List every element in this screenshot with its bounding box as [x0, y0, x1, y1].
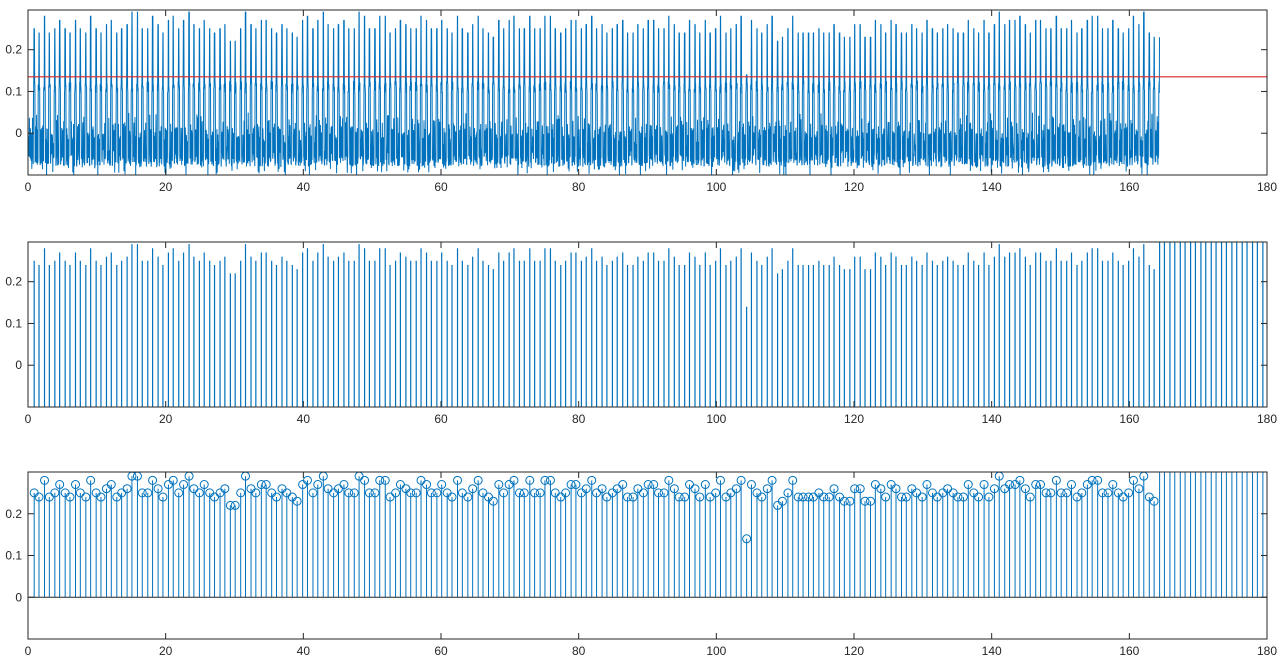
stem-marker: [1253, 0, 1261, 4]
stem-marker: [1218, 0, 1226, 4]
x-tick-label: 140: [982, 180, 1002, 194]
x-tick-label: 80: [572, 412, 586, 426]
axes-1: 0 20 40 60 80 100 120 140 160 180 0 0.1 0.2: [5, 9, 1277, 194]
x-tick-label: 60: [434, 644, 448, 658]
plot-area-1: [28, 11, 1267, 175]
x-tick-label: 140: [982, 412, 1002, 426]
x-tick-label: 100: [706, 644, 726, 658]
y-tick-label: 0.2: [5, 275, 22, 289]
x-tick-label: 180: [1257, 180, 1277, 194]
x-axis: 0 20 40 60 80 100 120 140 160 180: [25, 242, 1277, 426]
y-tick-label: 0.1: [5, 316, 22, 330]
y-tick-label: 0.2: [5, 507, 22, 521]
stem-marker: [1166, 0, 1174, 4]
x-tick-label: 60: [434, 180, 448, 194]
stem-marker: [1207, 0, 1215, 4]
stem-marker: [1249, 0, 1257, 4]
stem-marker: [1156, 0, 1164, 4]
x-tick-label: 80: [572, 180, 586, 194]
x-tick-label: 120: [844, 180, 864, 194]
stem-marker: [1181, 0, 1189, 4]
x-tick-label: 160: [1119, 412, 1139, 426]
x-axis: 0 20 40 60 80 100 120 140 160 180: [25, 472, 1277, 658]
x-tick-label: 80: [572, 644, 586, 658]
x-tick-label: 100: [706, 180, 726, 194]
stem-marker: [1197, 0, 1205, 4]
x-tick-label: 100: [706, 412, 726, 426]
x-tick-label: 60: [434, 412, 448, 426]
x-tick-label: 20: [159, 644, 173, 658]
stem-marker: [1238, 0, 1246, 4]
x-tick-label: 40: [297, 180, 311, 194]
stem-marker: [1187, 0, 1195, 4]
y-tick-label: 0: [15, 358, 22, 372]
axes-box: [27, 241, 1268, 408]
stem-marker: [1176, 0, 1184, 4]
stem-marker: [1212, 0, 1220, 4]
x-tick-label: 160: [1119, 180, 1139, 194]
x-tick-label: 160: [1119, 644, 1139, 658]
stem-marker: [1171, 0, 1179, 4]
x-tick-label: 0: [25, 180, 32, 194]
signal-line: [28, 11, 1160, 175]
y-tick-label: 0: [15, 126, 22, 140]
x-tick-label: 180: [1257, 412, 1277, 426]
x-tick-label: 40: [297, 644, 311, 658]
stem-marker: [1243, 0, 1251, 4]
x-tick-label: 180: [1257, 644, 1277, 658]
stem-marker: [1160, 0, 1168, 4]
figure: 0 20 40 60 80 100 120 140 160 180 0 0.1 0.2 0 20 40 60 80…: [5, 0, 1277, 658]
y-tick-label: 0: [15, 590, 22, 604]
x-tick-label: 120: [844, 412, 864, 426]
y-axis: 0 0.1 0.2: [5, 275, 1267, 372]
stem-marker: [1233, 0, 1241, 4]
stem-marker: [1228, 0, 1236, 4]
x-tick-label: 20: [159, 180, 173, 194]
y-tick-label: 0.1: [5, 84, 22, 98]
y-tick-label: 0.2: [5, 43, 22, 57]
x-tick-label: 120: [844, 644, 864, 658]
x-tick-label: 0: [25, 644, 32, 658]
stem-marker: [1259, 0, 1267, 4]
stem-marker: [1222, 0, 1230, 4]
x-tick-label: 20: [159, 412, 173, 426]
x-tick-label: 40: [297, 412, 311, 426]
x-tick-label: 0: [25, 412, 32, 426]
stem-marker: [1191, 0, 1199, 4]
y-axis: 0 0.1 0.2: [5, 507, 1267, 604]
stem-marker: [1202, 0, 1210, 4]
x-tick-label: 140: [982, 644, 1002, 658]
y-tick-label: 0.1: [5, 549, 22, 563]
